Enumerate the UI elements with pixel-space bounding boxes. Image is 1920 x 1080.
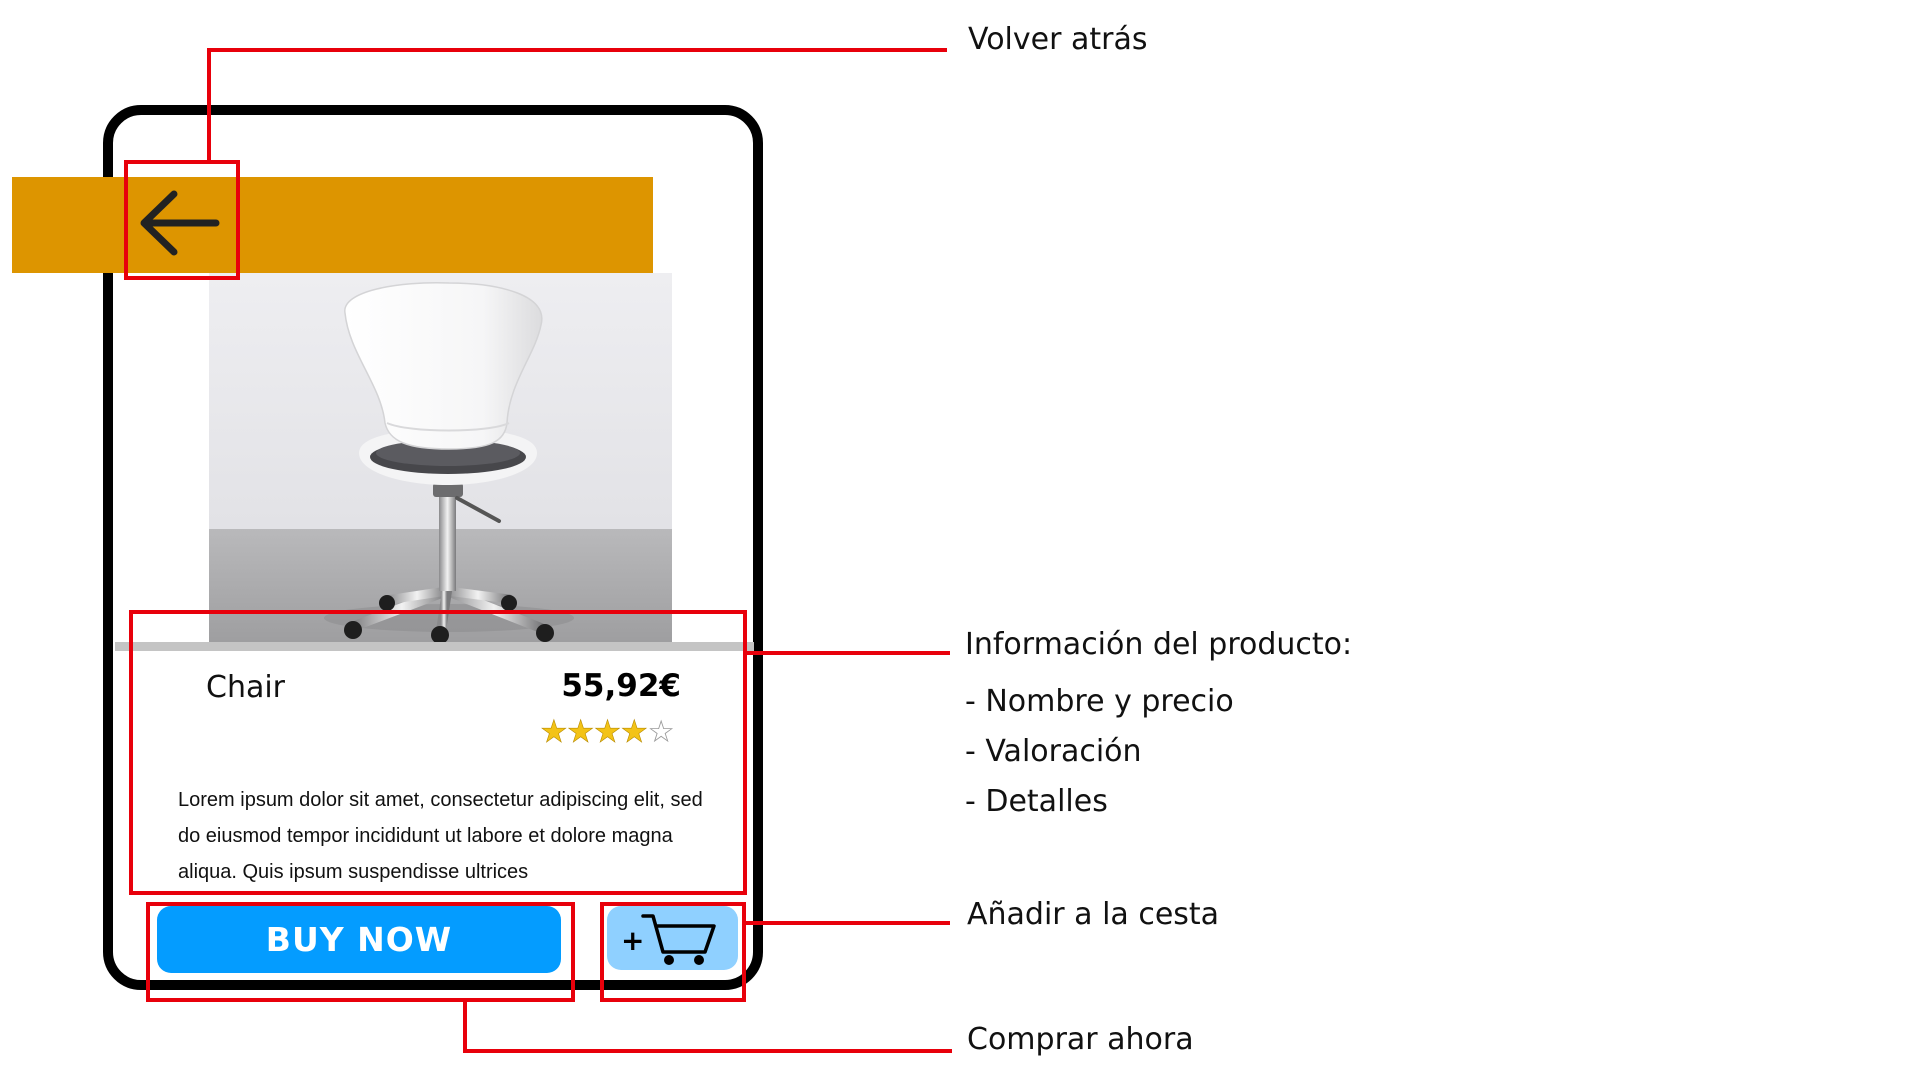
product-photo-chair <box>209 273 672 643</box>
star-filled-icon: ★ <box>540 714 568 750</box>
callout-line-buy <box>463 1000 952 1053</box>
product-name: Chair <box>206 670 286 705</box>
app-header-bar <box>12 177 653 273</box>
label-buy-now: Comprar ahora <box>967 1022 1194 1057</box>
star-filled-icon: ★ <box>593 714 621 750</box>
arrow-left-icon <box>140 190 220 256</box>
wireframe-diagram: Chair 55,92€ ★★★★☆ Lorem ipsum dolor sit… <box>0 0 1920 1080</box>
product-price: 55,92€ <box>561 668 681 704</box>
star-filled-icon: ★ <box>566 714 594 750</box>
star-empty-icon: ☆ <box>647 714 675 750</box>
info-item: - Valoración <box>965 734 1142 769</box>
image-divider <box>115 642 754 651</box>
label-add-to-cart: Añadir a la cesta <box>967 897 1220 932</box>
star-rating: ★★★★☆ <box>540 714 675 750</box>
info-items-list: - Nombre y precio - Valoración - Detalle… <box>965 677 1234 827</box>
back-button[interactable] <box>128 178 228 270</box>
label-back: Volver atrás <box>968 22 1148 57</box>
product-description: Lorem ipsum dolor sit amet, consectetur … <box>178 789 703 883</box>
star-filled-icon: ★ <box>620 714 648 750</box>
label-info-title: Información del producto: <box>965 627 1353 662</box>
add-to-cart-button[interactable]: + <box>607 906 738 970</box>
shopping-cart-icon: + <box>621 914 716 965</box>
buy-now-button[interactable]: BUY NOW <box>157 906 561 973</box>
info-item: - Detalles <box>965 784 1108 819</box>
info-item: - Nombre y precio <box>965 684 1234 719</box>
plus-sign: + <box>621 924 644 957</box>
